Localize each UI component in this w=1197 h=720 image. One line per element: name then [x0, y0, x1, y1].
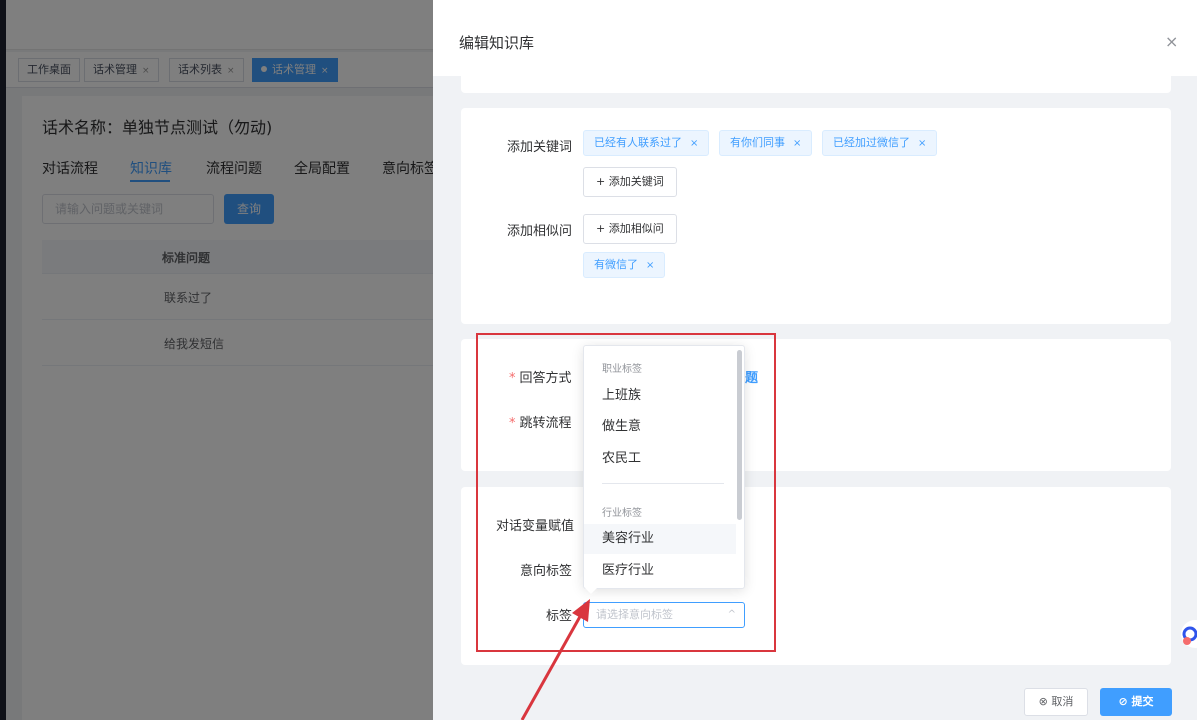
intent-tag-dropdown: 职业标签 上班族 做生意 农民工 行业标签 美容行业 医疗行业 — [583, 345, 745, 589]
dropdown-caret — [585, 588, 597, 594]
dropdown-option-hovered[interactable]: 美容行业 — [584, 524, 736, 554]
tag-remove-icon[interactable]: × — [793, 138, 801, 149]
dropdown-group-title: 行业标签 — [602, 508, 642, 519]
keyword-tag: 已经有人联系过了 × — [583, 130, 710, 156]
dropdown-group-title: 职业标签 — [602, 364, 642, 375]
tag-remove-icon[interactable]: × — [918, 138, 926, 149]
answer-mode-label: * 回答方式 — [509, 371, 572, 386]
keyword-tag: 已经加过微信了 × — [822, 130, 938, 156]
tag-label: 标签 — [546, 609, 573, 624]
keywords-label: 添加关键词 — [507, 140, 573, 155]
drawer-title: 编辑知识库 — [459, 34, 535, 52]
dropdown-option[interactable]: 农民工 — [584, 444, 736, 474]
dropdown-option[interactable]: 上班族 — [584, 381, 736, 411]
intent-tag-label: 意向标签 — [520, 564, 573, 579]
keyword-tag: 有你们同事 × — [719, 130, 813, 156]
close-icon[interactable]: × — [1165, 32, 1178, 51]
add-similar-button[interactable]: + 添加相似问 — [583, 214, 677, 244]
answer-section: * 回答方式 题 * 跳转流程 — [461, 339, 1171, 471]
dropdown-divider — [602, 483, 724, 484]
submit-button[interactable]: ⊘ 提交 — [1100, 688, 1172, 716]
drawer-header: 编辑知识库 × — [433, 0, 1197, 76]
previous-section — [461, 72, 1171, 93]
similar-questions-label: 添加相似问 — [507, 224, 573, 239]
variable-assignment-label: 对话变量赋值 — [496, 519, 575, 534]
add-keyword-button[interactable]: + 添加关键词 — [583, 167, 677, 197]
tag-remove-icon[interactable]: × — [646, 260, 654, 271]
similar-question-tag: 有微信了 × — [583, 252, 666, 278]
intent-tag-select[interactable]: 请选择意向标签 ^ — [583, 602, 745, 628]
keywords-section: 添加关键词 已经有人联系过了 × 有你们同事 × 已经加过微信了 × + 添加关键词 … — [461, 108, 1171, 324]
tag-remove-icon[interactable]: × — [690, 138, 698, 149]
dropdown-option[interactable]: 医疗行业 — [584, 556, 736, 586]
intent-section: 对话变量赋值 意向标签 标签 — [461, 487, 1171, 665]
cancel-button[interactable]: ⊗ 取消 — [1024, 688, 1088, 716]
jump-flow-label: * 跳转流程 — [509, 416, 572, 431]
dropdown-option[interactable]: 做生意 — [584, 412, 736, 442]
edit-knowledge-drawer: 编辑知识库 × 添加关键词 已经有人联系过了 × 有你们同事 × 已经加过微信了 × … — [433, 0, 1197, 720]
dropdown-scrollbar[interactable] — [737, 350, 742, 520]
help-widget-icon[interactable] — [1178, 614, 1197, 654]
answer-mode-option-fragment[interactable]: 题 — [745, 367, 758, 386]
select-arrow-icon[interactable]: ^ — [728, 603, 736, 627]
